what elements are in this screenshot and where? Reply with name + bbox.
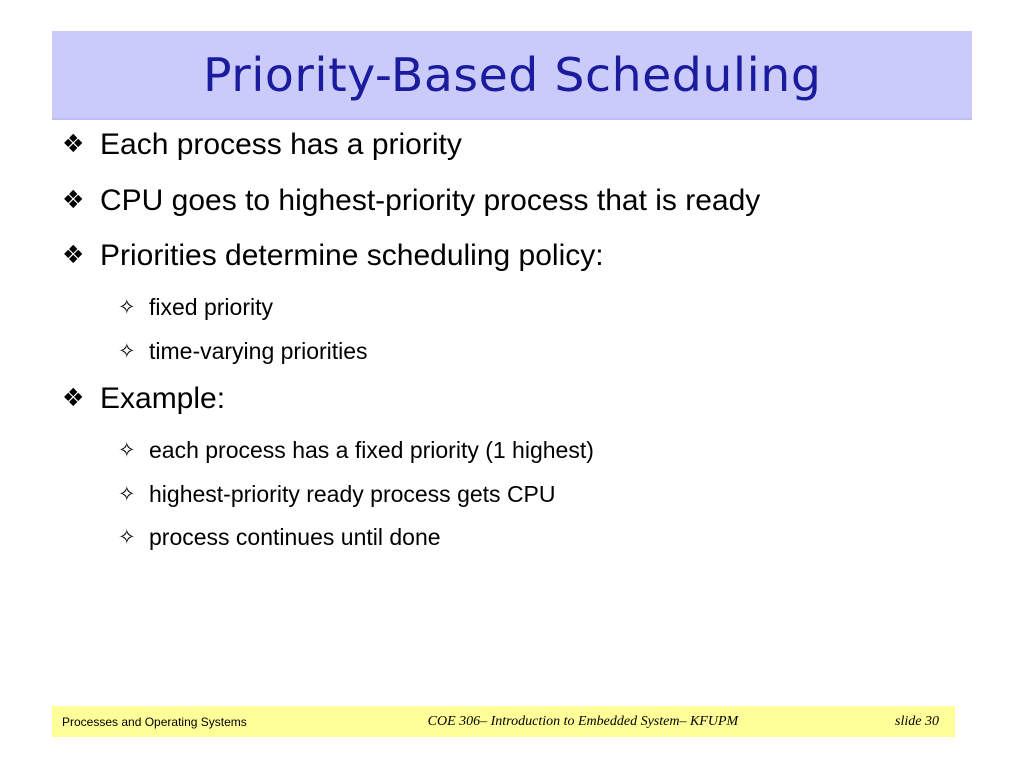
bullet-text: time-varying priorities	[149, 337, 368, 364]
footer-course-text: COE 306– Introduction to Embedded System…	[427, 713, 739, 729]
bullet-item-level1: ❖ Each process has a priority	[0, 128, 1024, 162]
footer-slide-number: slide 30	[895, 713, 939, 729]
slide-body: ❖ Each process has a priority ❖ CPU goes…	[0, 128, 1024, 569]
diamond-cluster-bullet-icon: ❖	[62, 383, 85, 413]
four-pointed-star-bullet-icon: ✧	[118, 437, 136, 462]
bullet-item-level2: ✧ time-varying priorities	[0, 337, 1024, 365]
bullet-text: Each process has a priority	[100, 128, 462, 161]
diamond-cluster-bullet-icon: ❖	[62, 240, 85, 270]
diamond-cluster-bullet-icon: ❖	[62, 129, 85, 158]
bullet-item-level2: ✧ each process has a fixed priority (1 h…	[0, 436, 1024, 464]
bullet-item-level1: ❖ Example:	[0, 382, 1024, 416]
bullet-text: fixed priority	[149, 293, 273, 320]
title-band: Priority-Based Scheduling	[52, 31, 972, 120]
footer-left-text: Processes and Operating Systems	[62, 714, 247, 729]
bullet-text: Priorities determine scheduling policy:	[100, 239, 604, 273]
four-pointed-star-bullet-icon: ✧	[118, 338, 136, 363]
footer-band: Processes and Operating Systems COE 306–…	[52, 706, 955, 737]
bullet-item-level2: ✧ highest-priority ready process gets CP…	[0, 480, 1024, 508]
bullet-text: each process has a fixed priority (1 hig…	[149, 436, 594, 463]
page-title: Priority-Based Scheduling	[202, 47, 822, 102]
bullet-text: CPU goes to highest-priority process tha…	[100, 183, 761, 217]
bullet-text: Example:	[100, 382, 226, 416]
bullet-item-level1: ❖ CPU goes to highest-priority process t…	[0, 184, 1024, 218]
four-pointed-star-bullet-icon: ✧	[118, 525, 136, 550]
bullet-text: highest-priority ready process gets CPU	[149, 480, 556, 507]
bullet-item-level1: ❖ Priorities determine scheduling policy…	[0, 239, 1024, 273]
diamond-cluster-bullet-icon: ❖	[62, 184, 85, 214]
bullet-item-level2: ✧ process continues until done	[0, 525, 1024, 551]
bullet-text: process continues until done	[149, 524, 441, 551]
four-pointed-star-bullet-icon: ✧	[118, 481, 136, 506]
bullet-item-level2: ✧ fixed priority	[0, 293, 1024, 321]
four-pointed-star-bullet-icon: ✧	[118, 294, 136, 319]
